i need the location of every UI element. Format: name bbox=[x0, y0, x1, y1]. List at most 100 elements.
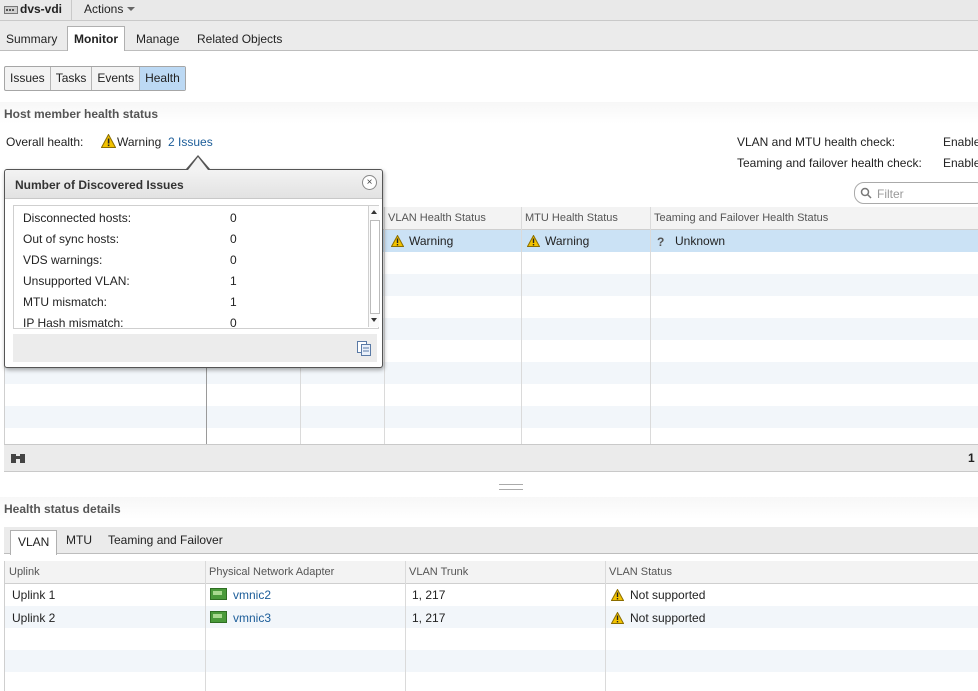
col-vlan-trunk[interactable]: VLAN Trunk bbox=[409, 561, 468, 583]
monitor-subtabs: Issues Tasks Events Health bbox=[4, 66, 186, 91]
vlan-health-value: Warning bbox=[409, 234, 454, 248]
divider bbox=[405, 561, 406, 691]
scroll-up-icon[interactable] bbox=[371, 210, 377, 214]
col-teaming-health[interactable]: Teaming and Failover Health Status bbox=[654, 207, 828, 229]
adapter-link[interactable]: vmnic2 bbox=[233, 588, 271, 602]
divider bbox=[650, 207, 651, 444]
popup-footer bbox=[13, 334, 377, 362]
uplink-cell: Uplink 1 bbox=[12, 588, 56, 602]
trunk-cell: 1, 217 bbox=[412, 611, 446, 625]
divider bbox=[205, 561, 206, 691]
warning-icon bbox=[391, 235, 404, 247]
divider bbox=[605, 561, 606, 691]
subtab-health[interactable]: Health bbox=[140, 67, 185, 90]
item-count: 1 bbox=[968, 451, 975, 465]
binoculars-icon[interactable] bbox=[10, 452, 26, 464]
issue-label: Disconnected hosts: bbox=[23, 211, 132, 225]
vlan-details-grid: Uplink Physical Network Adapter VLAN Tru… bbox=[4, 561, 978, 691]
tab-mtu[interactable]: MTU bbox=[66, 533, 92, 547]
switch-icon bbox=[4, 6, 18, 14]
actions-menu[interactable]: Actions bbox=[84, 2, 136, 16]
col-uplink[interactable]: Uplink bbox=[9, 561, 40, 583]
subtab-issues[interactable]: Issues bbox=[5, 67, 51, 90]
table-row bbox=[5, 606, 978, 628]
tab-manage[interactable]: Manage bbox=[136, 32, 179, 46]
scroll-thumb[interactable] bbox=[370, 220, 380, 314]
issue-label: IP Hash mismatch: bbox=[23, 316, 124, 330]
warning-icon bbox=[611, 612, 624, 624]
issues-list: Disconnected hosts: 0 Out of sync hosts:… bbox=[13, 205, 380, 330]
col-physical-adapter[interactable]: Physical Network Adapter bbox=[209, 561, 334, 583]
main-tabs: Summary Monitor Manage Related Objects bbox=[0, 21, 978, 51]
trunk-cell: 1, 217 bbox=[412, 588, 446, 602]
grid-header bbox=[5, 561, 978, 584]
object-title-bar: dvs-vdi Actions bbox=[0, 0, 978, 21]
col-vlan-health[interactable]: VLAN Health Status bbox=[388, 207, 486, 229]
overall-health-label: Overall health: bbox=[6, 135, 84, 149]
vlan-status-cell: Not supported bbox=[630, 588, 706, 602]
nic-icon bbox=[210, 588, 227, 600]
col-vlan-status[interactable]: VLAN Status bbox=[609, 561, 672, 583]
overall-health-status: Warning bbox=[117, 135, 162, 149]
popup-pointer-fill bbox=[188, 157, 208, 170]
details-section-header: Health status details bbox=[0, 497, 978, 519]
issue-label: VDS warnings: bbox=[23, 253, 103, 267]
table-row bbox=[5, 406, 978, 428]
adapter-cell: vmnic3 bbox=[210, 607, 271, 629]
issues-link[interactable]: 2 Issues bbox=[168, 135, 213, 149]
tab-summary[interactable]: Summary bbox=[6, 32, 57, 46]
warning-icon bbox=[611, 589, 624, 601]
table-row bbox=[5, 650, 978, 672]
actions-label: Actions bbox=[84, 2, 124, 16]
tab-monitor[interactable]: Monitor bbox=[67, 26, 125, 51]
tab-vlan[interactable]: VLAN bbox=[10, 530, 58, 555]
filter-placeholder: Filter bbox=[877, 187, 904, 201]
filter-input[interactable]: Filter bbox=[854, 182, 978, 204]
teaming-check-value: Enable bbox=[943, 156, 978, 170]
popup-scrollbar[interactable] bbox=[368, 206, 380, 327]
warning-icon bbox=[527, 235, 540, 247]
tab-related-objects[interactable]: Related Objects bbox=[197, 32, 282, 46]
vlan-mtu-check-label: VLAN and MTU health check: bbox=[737, 135, 896, 149]
search-icon bbox=[860, 187, 872, 199]
teaming-check-label: Teaming and failover health check: bbox=[737, 156, 922, 170]
details-tabs: VLAN MTU Teaming and Failover bbox=[4, 527, 978, 555]
discovered-issues-popup: Number of Discovered Issues × Disconnect… bbox=[4, 169, 383, 368]
divider bbox=[384, 207, 385, 444]
adapter-cell: vmnic2 bbox=[210, 584, 271, 606]
tab-teaming-failover[interactable]: Teaming and Failover bbox=[108, 533, 223, 547]
subtab-events[interactable]: Events bbox=[92, 67, 141, 90]
copy-icon[interactable] bbox=[356, 340, 372, 356]
vlan-mtu-check-value: Enable bbox=[943, 135, 978, 149]
vlan-status-cell: Not supported bbox=[630, 611, 706, 625]
question-icon: ? bbox=[657, 235, 665, 249]
divider bbox=[521, 207, 522, 444]
warning-icon bbox=[101, 134, 116, 148]
host-section-title: Host member health status bbox=[4, 107, 159, 121]
teaming-health-value: Unknown bbox=[675, 234, 726, 248]
subtab-tasks[interactable]: Tasks bbox=[51, 67, 93, 90]
issue-label: MTU mismatch: bbox=[23, 295, 107, 309]
issue-count: 0 bbox=[230, 232, 237, 246]
issue-count: 0 bbox=[230, 316, 237, 330]
splitter-handle[interactable] bbox=[499, 484, 523, 490]
mtu-health-value: Warning bbox=[545, 234, 590, 248]
details-section-title: Health status details bbox=[4, 502, 121, 516]
grid-footer: 1 bbox=[4, 444, 978, 472]
issue-count: 0 bbox=[230, 211, 237, 225]
host-section-header: Host member health status bbox=[0, 102, 978, 124]
uplink-cell: Uplink 2 bbox=[12, 611, 56, 625]
issue-label: Unsupported VLAN: bbox=[23, 274, 130, 288]
col-mtu-health[interactable]: MTU Health Status bbox=[525, 207, 618, 229]
nic-icon bbox=[210, 611, 227, 623]
issue-count: 1 bbox=[230, 274, 237, 288]
issue-label: Out of sync hosts: bbox=[23, 232, 120, 246]
close-icon[interactable]: × bbox=[362, 175, 377, 190]
popup-title: Number of Discovered Issues bbox=[15, 178, 184, 192]
scroll-down-icon[interactable] bbox=[371, 318, 377, 322]
issue-count: 1 bbox=[230, 295, 237, 309]
object-name: dvs-vdi bbox=[20, 2, 63, 16]
chevron-down-icon bbox=[127, 7, 136, 11]
adapter-link[interactable]: vmnic3 bbox=[233, 611, 271, 625]
popup-header: Number of Discovered Issues × bbox=[5, 170, 382, 199]
